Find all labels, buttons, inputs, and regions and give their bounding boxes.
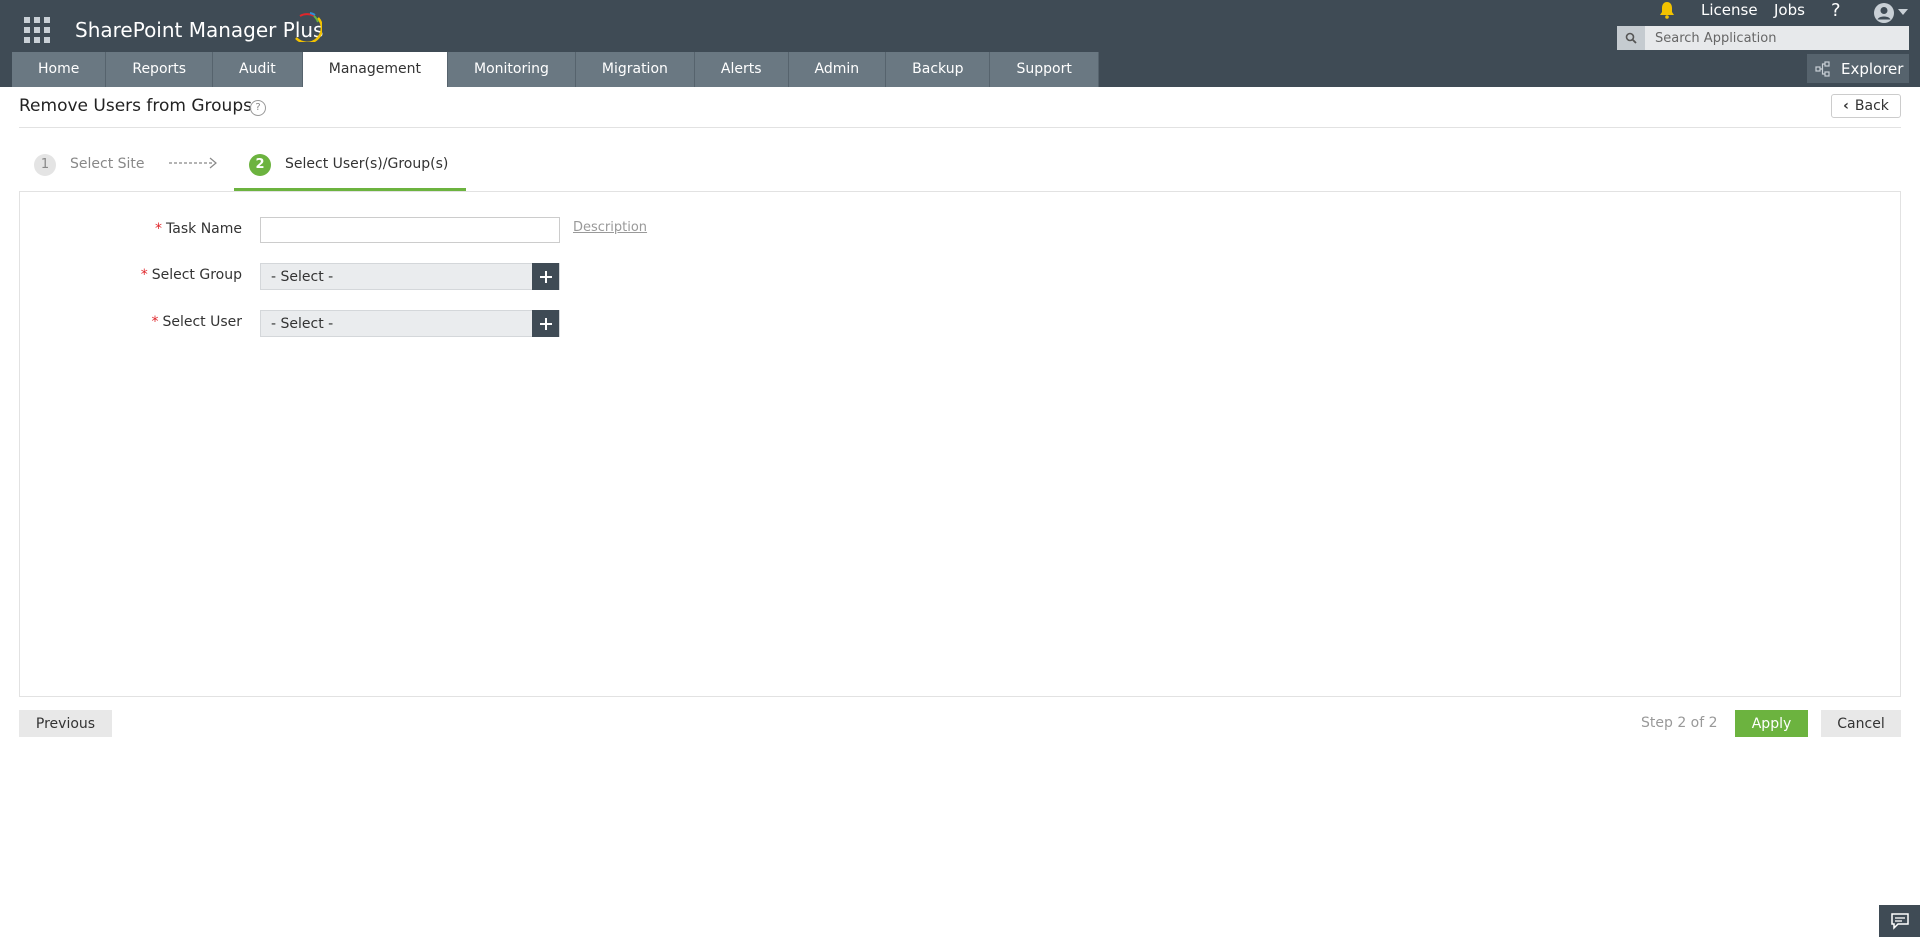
back-label: Back bbox=[1854, 98, 1889, 114]
user-menu-caret-icon[interactable] bbox=[1898, 9, 1908, 15]
chat-icon bbox=[1890, 913, 1909, 930]
step-2-label[interactable]: Select User(s)/Group(s) bbox=[285, 156, 448, 172]
required-mark: * bbox=[151, 314, 159, 330]
explorer-button[interactable]: Explorer bbox=[1807, 54, 1909, 83]
select-user-label: * Select User bbox=[151, 314, 242, 330]
brand-name: SharePoint Manager Plus bbox=[75, 18, 324, 42]
page-title: Remove Users from Groups bbox=[19, 96, 252, 116]
add-user-button[interactable] bbox=[532, 310, 559, 337]
chat-button[interactable] bbox=[1879, 905, 1920, 937]
step-1-label[interactable]: Select Site bbox=[70, 156, 145, 172]
tab-management[interactable]: Management bbox=[302, 52, 448, 87]
explorer-tree-icon bbox=[1815, 60, 1830, 77]
step-1-number[interactable]: 1 bbox=[34, 154, 56, 176]
wizard-steps: 1 Select Site 2 Select User(s)/Group(s) bbox=[19, 150, 1901, 192]
select-group-value: - Select - bbox=[271, 268, 334, 285]
plus-icon bbox=[539, 317, 552, 330]
tab-admin[interactable]: Admin bbox=[788, 52, 887, 87]
brand-logo-icon bbox=[295, 12, 322, 42]
main-nav: Home Reports Audit Management Monitoring… bbox=[12, 52, 1099, 87]
search-box bbox=[1617, 26, 1909, 50]
page-help-icon[interactable]: ? bbox=[250, 100, 266, 116]
plus-icon bbox=[539, 270, 552, 283]
app-launcher-icon[interactable] bbox=[24, 17, 50, 43]
help-icon[interactable]: ? bbox=[1831, 0, 1841, 21]
select-user-field[interactable]: - Select - bbox=[260, 310, 560, 337]
app-header: SharePoint Manager Plus License Jobs ? H… bbox=[0, 0, 1920, 87]
previous-button[interactable]: Previous bbox=[19, 710, 112, 737]
title-divider bbox=[19, 127, 1901, 128]
cancel-button[interactable]: Cancel bbox=[1821, 710, 1901, 737]
license-link[interactable]: License bbox=[1701, 1, 1758, 19]
tab-home[interactable]: Home bbox=[12, 52, 107, 87]
tab-support[interactable]: Support bbox=[990, 52, 1099, 87]
search-icon[interactable] bbox=[1617, 26, 1645, 50]
dashed-arrow-icon bbox=[169, 157, 217, 169]
task-name-label: * Task Name bbox=[155, 221, 242, 237]
step-count: Step 2 of 2 bbox=[1641, 715, 1718, 731]
explorer-label: Explorer bbox=[1841, 59, 1904, 78]
back-button[interactable]: ‹ Back bbox=[1831, 94, 1901, 118]
jobs-link[interactable]: Jobs bbox=[1774, 1, 1805, 19]
required-mark: * bbox=[155, 221, 163, 237]
add-group-button[interactable] bbox=[532, 263, 559, 290]
tab-alerts[interactable]: Alerts bbox=[694, 52, 789, 87]
notification-bell-icon[interactable] bbox=[1658, 1, 1676, 19]
user-avatar-icon[interactable] bbox=[1873, 2, 1895, 24]
tab-monitoring[interactable]: Monitoring bbox=[448, 52, 576, 87]
tab-migration[interactable]: Migration bbox=[575, 52, 695, 87]
apply-button[interactable]: Apply bbox=[1735, 710, 1808, 737]
form-panel: * Task Name Description * Select Group - S… bbox=[19, 191, 1901, 697]
tab-backup[interactable]: Backup bbox=[886, 52, 991, 87]
task-name-input[interactable] bbox=[260, 217, 560, 243]
select-user-value: - Select - bbox=[271, 315, 334, 332]
select-group-field[interactable]: - Select - bbox=[260, 263, 560, 290]
required-mark: * bbox=[140, 267, 148, 283]
tab-reports[interactable]: Reports bbox=[106, 52, 214, 87]
select-group-label: * Select Group bbox=[140, 267, 242, 283]
description-link[interactable]: Description bbox=[573, 220, 647, 235]
search-input[interactable] bbox=[1645, 26, 1905, 50]
step-2-number[interactable]: 2 bbox=[249, 154, 271, 176]
tab-audit[interactable]: Audit bbox=[213, 52, 303, 87]
chevron-left-icon: ‹ bbox=[1843, 98, 1849, 114]
